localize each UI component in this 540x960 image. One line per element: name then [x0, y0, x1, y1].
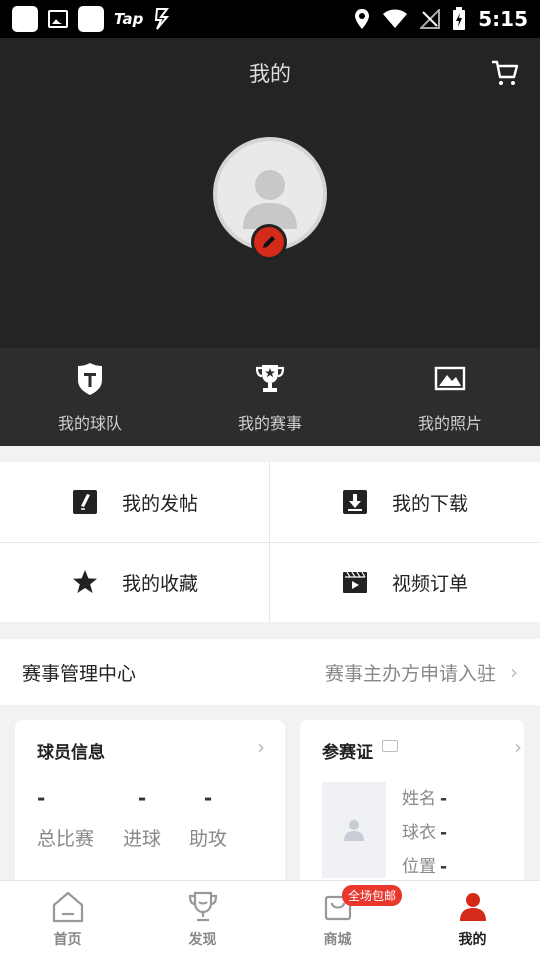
event-management-row[interactable]: 赛事管理中心 赛事主办方申请入驻 › — [0, 639, 540, 705]
menu-grid: 我的发帖 我的下载 我的收藏 视频订单 — [0, 462, 540, 622]
video-order-icon — [342, 571, 367, 593]
notification-app-icon — [78, 6, 104, 32]
nav-discover[interactable]: 发现 — [135, 881, 270, 960]
image-notification-icon — [48, 10, 68, 28]
star-icon — [72, 570, 97, 593]
free-shipping-badge: 全场包邮 — [342, 885, 403, 906]
nav-discover-label: 发现 — [188, 932, 217, 948]
page-title: 我的 — [249, 62, 291, 86]
stat-total-matches: - 总比赛 — [37, 786, 94, 851]
clock: 5:15 — [478, 7, 528, 31]
cert-field-label: 姓名 — [402, 789, 436, 809]
person-placeholder-icon — [344, 820, 364, 841]
player-info-title: 球员信息 — [37, 743, 105, 763]
chevron-right-icon: › — [510, 660, 518, 684]
pencil-icon — [263, 236, 275, 248]
cert-field-label: 球衣 — [402, 823, 436, 843]
my-downloads-button[interactable]: 我的下载 — [270, 462, 540, 542]
location-icon — [355, 9, 370, 29]
my-favorites-button[interactable]: 我的收藏 — [0, 542, 270, 622]
my-photos-label: 我的照片 — [417, 414, 482, 433]
stat-label: 总比赛 — [37, 828, 95, 850]
my-posts-button[interactable]: 我的发帖 — [0, 462, 270, 542]
profile-header: 我的 — [0, 38, 540, 348]
avatar-edit-button[interactable] — [251, 224, 287, 260]
video-orders-label: 视频订单 — [391, 572, 468, 595]
stat-value: - — [203, 786, 213, 810]
chevron-right-icon: › — [257, 735, 265, 759]
team-shield-icon — [78, 363, 102, 395]
nav-profile[interactable]: 我的 — [405, 881, 540, 960]
my-favorites-label: 我的收藏 — [121, 572, 198, 595]
cert-name-field: 姓名 - — [402, 784, 447, 809]
notification-app-icon — [12, 6, 38, 32]
nav-home-label: 首页 — [53, 932, 82, 948]
chevron-right-icon: › — [514, 735, 522, 759]
wifi-icon — [383, 9, 408, 28]
stat-label: 进球 — [123, 828, 162, 850]
organizer-apply-link[interactable]: 赛事主办方申请入驻 — [325, 659, 496, 686]
nav-shop-label: 商城 — [323, 932, 352, 948]
cert-field-label: 位置 — [402, 857, 436, 877]
photo-icon — [434, 366, 466, 391]
id-card-icon — [382, 740, 398, 752]
stat-goals: - 进球 — [123, 786, 161, 851]
nav-profile-label: 我的 — [458, 932, 487, 948]
my-downloads-label: 我的下载 — [391, 492, 468, 515]
my-posts-label: 我的发帖 — [121, 492, 198, 515]
edit-post-icon — [72, 490, 97, 514]
quick-access-row: 我的球队 我的赛事 我的照片 — [0, 348, 540, 446]
stat-value: - — [137, 786, 147, 810]
video-orders-button[interactable]: 视频订单 — [270, 542, 540, 622]
my-events-button[interactable]: 我的赛事 — [180, 348, 360, 446]
my-events-label: 我的赛事 — [237, 414, 302, 433]
trophy-icon — [255, 365, 285, 392]
bolt-notification-icon — [155, 8, 170, 30]
event-management-title: 赛事管理中心 — [22, 662, 137, 685]
battery-charging-icon — [453, 7, 466, 30]
discover-trophy-icon — [188, 891, 217, 922]
profile-icon — [459, 893, 486, 921]
bottom-nav: 首页 发现 全场包邮 商城 我的 — [0, 880, 540, 960]
cert-photo-placeholder — [322, 782, 386, 878]
cert-position-field: 位置 - — [402, 852, 447, 877]
no-signal-icon — [420, 9, 441, 29]
cert-field-value: - — [440, 789, 448, 809]
tap-notification-label: Tap — [114, 10, 144, 28]
nav-home[interactable]: 首页 — [0, 881, 135, 960]
status-bar: Tap 5:15 — [0, 0, 540, 38]
cart-icon[interactable] — [490, 58, 520, 88]
nav-shop[interactable]: 全场包邮 商城 — [270, 881, 405, 960]
cert-jersey-field: 球衣 - — [402, 818, 447, 843]
cert-title: 参赛证 — [322, 743, 373, 763]
cert-field-value: - — [440, 823, 448, 843]
my-team-button[interactable]: 我的球队 — [0, 348, 180, 446]
divider — [0, 542, 540, 543]
participation-cert-card[interactable]: 参赛证 › 姓名 - 球衣 - 位置 - — [300, 720, 524, 890]
home-icon — [52, 891, 83, 923]
stat-label: 助攻 — [189, 828, 228, 850]
my-team-label: 我的球队 — [57, 414, 122, 433]
stat-assists: - 助攻 — [189, 786, 227, 851]
my-photos-button[interactable]: 我的照片 — [360, 348, 540, 446]
cert-field-value: - — [440, 857, 448, 877]
player-info-card[interactable]: 球员信息 › - 总比赛 - 进球 - 助攻 — [15, 720, 285, 890]
download-icon — [342, 490, 367, 514]
stat-value: - — [37, 786, 46, 810]
